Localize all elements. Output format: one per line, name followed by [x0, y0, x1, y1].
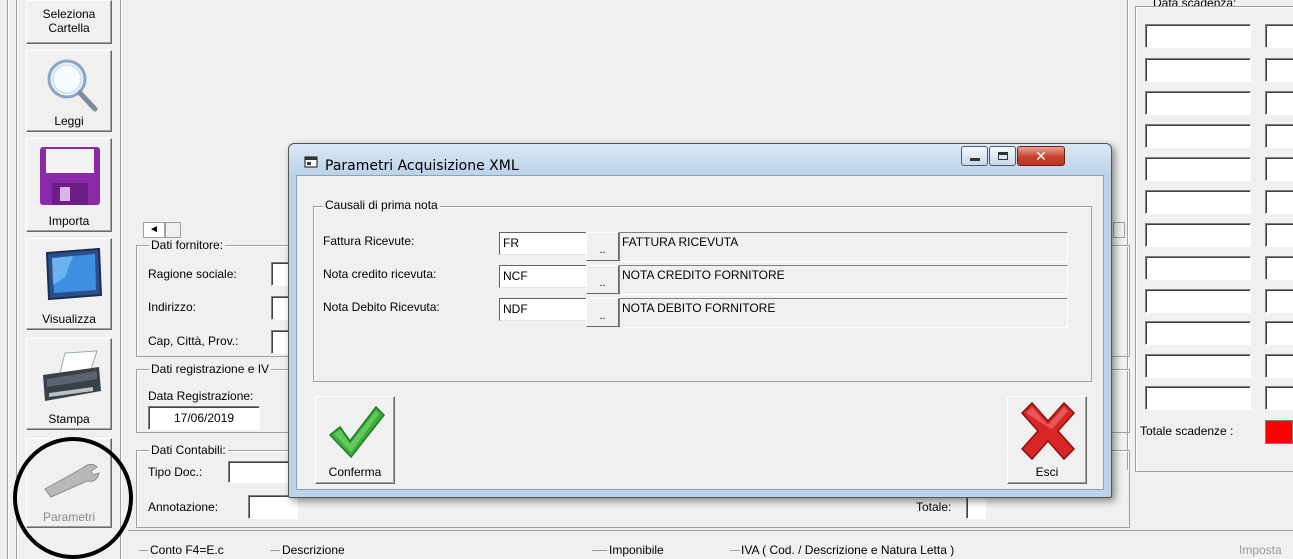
- row-label-credit-note: Nota credito ricevuta:: [323, 267, 437, 281]
- close-icon: ✕: [1035, 148, 1047, 164]
- confirm-button[interactable]: Conferma: [315, 396, 395, 484]
- import-label: Importa: [48, 214, 90, 228]
- due-amount-field[interactable]: [1265, 157, 1293, 181]
- import-button[interactable]: Importa: [26, 138, 112, 232]
- lookup-button-invoice[interactable]: ..: [586, 232, 619, 261]
- grid-header-taxable: Imponibile: [609, 543, 664, 557]
- note-label: Annotazione:: [148, 500, 219, 514]
- scroll-right-button[interactable]: [1113, 222, 1125, 238]
- grid-header-tax: Imposta: [1239, 543, 1282, 557]
- doc-type-field[interactable]: [228, 461, 292, 483]
- highlight-circle: [13, 437, 133, 559]
- city-label: Cap, Città, Prov.:: [148, 334, 239, 348]
- registration-group-title: Dati registrazione e IV: [149, 362, 272, 376]
- causali-group-title: Causali di prima nota: [323, 198, 440, 212]
- desc-field-credit-note: NOTA CREDITO FORNITORE: [619, 265, 1068, 295]
- grid-line-4: [730, 550, 740, 551]
- red-x-icon: [1020, 401, 1076, 461]
- address-label: Indirizzo:: [148, 300, 197, 314]
- total-label: Totale:: [916, 500, 952, 514]
- note-field[interactable]: [248, 495, 298, 519]
- grid-header-description: Descrizione: [282, 543, 345, 557]
- due-amount-field[interactable]: [1265, 124, 1293, 148]
- code-field-debit-note[interactable]: NDF: [499, 298, 587, 321]
- due-date-field[interactable]: [1145, 24, 1251, 48]
- total-due-label: Totale scadenze :: [1140, 424, 1234, 438]
- window-icon: [304, 156, 318, 168]
- due-date-field[interactable]: [1145, 289, 1251, 313]
- select-folder-button[interactable]: Seleziona Cartella: [26, 0, 112, 44]
- confirm-label: Conferma: [328, 465, 382, 479]
- print-button[interactable]: Stampa: [26, 338, 112, 430]
- due-date-field[interactable]: [1145, 124, 1251, 148]
- due-amount-field[interactable]: [1265, 190, 1293, 214]
- grid-line-3: [592, 550, 607, 551]
- exit-label: Esci: [1035, 465, 1059, 479]
- maximize-icon: [998, 152, 1008, 160]
- close-button[interactable]: ✕: [1017, 146, 1065, 166]
- due-date-field[interactable]: [1145, 223, 1251, 247]
- due-amount-field[interactable]: [1265, 354, 1293, 378]
- due-date-field[interactable]: [1145, 354, 1251, 378]
- monitor-icon: [45, 247, 103, 301]
- due-date-field[interactable]: [1145, 58, 1251, 82]
- due-amount-field[interactable]: [1265, 58, 1293, 82]
- due-date-field[interactable]: [1145, 157, 1251, 181]
- grid-top-line: [128, 530, 1293, 531]
- floppy-disk-icon: [40, 147, 100, 205]
- scroll-left-button[interactable]: ◄: [143, 222, 165, 238]
- accounting-group-title: Dati Contabili:: [149, 443, 228, 457]
- due-date-field[interactable]: [1145, 321, 1251, 345]
- due-amount-field[interactable]: [1265, 256, 1293, 280]
- supplier-group-title: Dati fornitore:: [149, 238, 226, 252]
- grid-header-vat: IVA ( Cod. / Descrizione e Natura Letta …: [741, 543, 955, 557]
- minimize-icon: [970, 158, 980, 161]
- due-date-field[interactable]: [1145, 386, 1251, 410]
- due-amount-field[interactable]: [1265, 24, 1293, 48]
- desc-field-debit-note: NOTA DEBITO FORNITORE: [619, 298, 1068, 328]
- checkmark-icon: [328, 405, 386, 459]
- code-field-credit-note[interactable]: NCF: [499, 265, 587, 288]
- read-label: Leggi: [54, 114, 84, 128]
- select-folder-label-1: Seleziona: [42, 7, 96, 21]
- registration-date-field[interactable]: 17/06/2019: [148, 406, 260, 430]
- code-field-invoice[interactable]: FR: [499, 232, 587, 255]
- dialog-titlebar[interactable]: Parametri Acquisizione XML ✕: [289, 144, 1111, 174]
- exit-button[interactable]: Esci: [1007, 396, 1087, 484]
- parameters-dialog: Parametri Acquisizione XML ✕ Causali di …: [288, 143, 1112, 498]
- print-label: Stampa: [48, 412, 90, 426]
- view-label: Visualizza: [42, 312, 96, 326]
- due-amount-field[interactable]: [1265, 321, 1293, 345]
- grid-line-1: [139, 550, 148, 551]
- due-amount-field[interactable]: [1265, 91, 1293, 115]
- grid-line-2: [270, 550, 280, 551]
- registration-date-label: Data Registrazione:: [148, 389, 254, 403]
- due-date-field[interactable]: [1145, 91, 1251, 115]
- total-due-field: [1265, 420, 1293, 444]
- due-amount-field[interactable]: [1265, 289, 1293, 313]
- due-amount-field[interactable]: [1265, 386, 1293, 410]
- dialog-title: Parametri Acquisizione XML: [325, 158, 519, 174]
- total-field[interactable]: [966, 495, 986, 519]
- select-folder-label-2: Cartella: [48, 21, 90, 35]
- scroll-thumb[interactable]: [165, 222, 181, 238]
- view-button[interactable]: Visualizza: [26, 238, 112, 330]
- due-date-field[interactable]: [1145, 190, 1251, 214]
- grid-header-account: Conto F4=E.c: [150, 543, 224, 557]
- row-label-invoice: Fattura Ricevute:: [323, 234, 415, 248]
- printer-icon: [43, 350, 101, 401]
- desc-field-invoice: FATTURA RICEVUTA: [619, 232, 1068, 262]
- doc-type-label: Tipo Doc.:: [148, 465, 203, 479]
- maximize-button[interactable]: [989, 146, 1016, 166]
- due-date-field[interactable]: [1145, 256, 1251, 280]
- row-label-debit-note: Nota Debito Ricevuta:: [323, 300, 440, 314]
- company-label: Ragione sociale:: [148, 267, 237, 281]
- due-amount-field[interactable]: [1265, 223, 1293, 247]
- dialog-body: Causali di prima nota Fattura Ricevute: …: [296, 175, 1104, 490]
- lookup-button-debit-note[interactable]: ..: [586, 298, 619, 327]
- minimize-button[interactable]: [961, 146, 988, 166]
- read-button[interactable]: Leggi: [26, 50, 112, 132]
- lookup-button-credit-note[interactable]: ..: [586, 265, 619, 294]
- magnifier-icon: [47, 59, 98, 112]
